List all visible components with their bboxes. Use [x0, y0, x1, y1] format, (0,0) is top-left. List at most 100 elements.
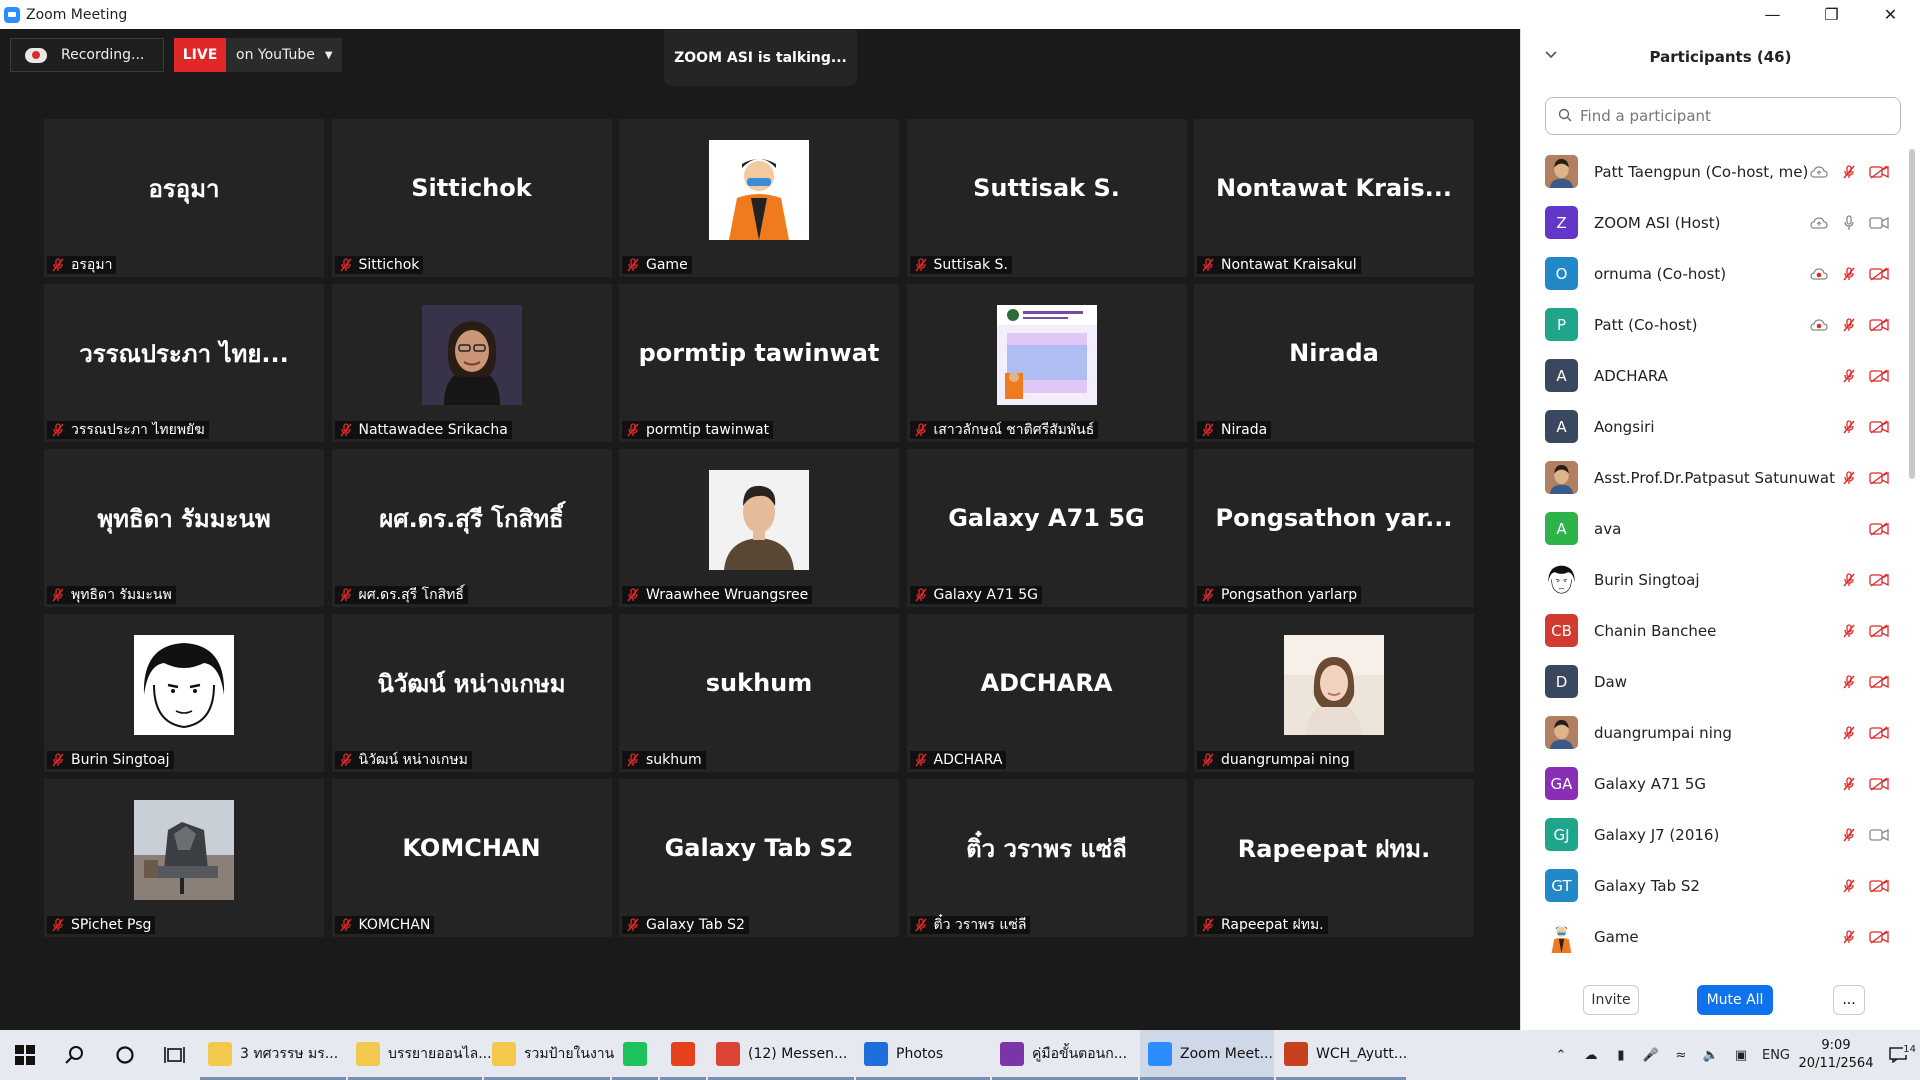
video-off-icon[interactable]	[1869, 623, 1889, 638]
minimize-icon[interactable]: —	[1743, 0, 1802, 29]
participant-row[interactable]: duangrumpai ning	[1521, 707, 1905, 758]
participant-row[interactable]: Patt Taengpun (Co-host, me)	[1521, 146, 1905, 197]
search-icon[interactable]	[50, 1030, 100, 1080]
participant-row[interactable]: Z ZOOM ASI (Host)	[1521, 197, 1905, 248]
video-tile[interactable]: Nontawat Krais... Nontawat Kraisakul	[1194, 119, 1474, 277]
more-options-button[interactable]: ...	[1833, 985, 1865, 1015]
mic-muted-icon[interactable]	[1839, 368, 1859, 383]
taskbar-app[interactable]: รวมป้ายในงาน	[484, 1030, 614, 1080]
video-tile[interactable]: KOMCHAN KOMCHAN	[331, 779, 612, 937]
mute-all-button[interactable]: Mute All	[1697, 985, 1773, 1015]
video-tile[interactable]: duangrumpai ning	[1194, 614, 1474, 772]
video-tile[interactable]: วรรณประภา ไทย... วรรณประภา ไทยพยัฆ	[44, 284, 324, 442]
participant-row[interactable]: Oornuma (Co-host)	[1521, 248, 1905, 299]
mic-muted-icon[interactable]	[1839, 470, 1859, 485]
participant-row[interactable]: Game	[1521, 911, 1905, 962]
task-view-icon[interactable]	[150, 1030, 200, 1080]
mic-muted-icon[interactable]	[1839, 929, 1859, 944]
video-tile[interactable]: Burin Singtoaj	[44, 614, 324, 772]
mic-muted-icon[interactable]	[1839, 419, 1859, 434]
participant-row[interactable]: CB Chanin Banchee	[1521, 605, 1905, 656]
video-tile[interactable]: Rapeepat ฝทม. Rapeepat ฝทม.	[1194, 779, 1474, 937]
video-tile[interactable]: Nattawadee Srikacha	[331, 284, 612, 442]
participant-row[interactable]: Asst.Prof.Dr.Patpasut Satunuwat	[1521, 452, 1905, 503]
participant-row[interactable]: Aava	[1521, 503, 1905, 554]
video-tile[interactable]: Suttisak S. Suttisak S.	[906, 119, 1187, 277]
close-icon[interactable]: ✕	[1861, 0, 1920, 29]
mic-muted-icon[interactable]	[1839, 827, 1859, 842]
video-tile[interactable]: Pongsathon yar... Pongsathon yarlarp	[1194, 449, 1474, 607]
cortana-icon[interactable]	[100, 1030, 150, 1080]
chevron-down-icon[interactable]	[1545, 47, 1557, 63]
volume-icon[interactable]: 🔈	[1696, 1048, 1726, 1063]
participant-row[interactable]: A ADCHARA	[1521, 350, 1905, 401]
mic-muted-icon[interactable]	[1839, 266, 1859, 281]
video-tile[interactable]: ติ๋ว วราพร แซ่ลี ติ๋ว วราพร แซ่ลี	[906, 779, 1187, 937]
video-icon[interactable]	[1869, 828, 1889, 842]
video-tile[interactable]: พุทธิดา รัมมะนพ พุทธิดา รัมมะนพ	[44, 449, 324, 607]
taskbar-app[interactable]: 3 ทศวรรษ มร...	[200, 1030, 346, 1080]
battery-icon[interactable]: ▮	[1606, 1048, 1636, 1063]
scrollbar-thumb[interactable]	[1909, 149, 1915, 479]
video-tile[interactable]: pormtip tawinwat pormtip tawinwat	[619, 284, 899, 442]
video-off-icon[interactable]	[1869, 776, 1889, 791]
taskbar-app[interactable]: บรรยายออนไล...	[348, 1030, 492, 1080]
taskbar-app[interactable]: WCH_Ayutt...	[1276, 1030, 1407, 1080]
video-tile[interactable]: sukhum sukhum	[619, 614, 899, 772]
notification-icon[interactable]: 14	[1876, 1044, 1920, 1063]
video-off-icon[interactable]	[1869, 317, 1889, 332]
invite-button[interactable]: Invite	[1583, 985, 1639, 1015]
video-tile[interactable]: ADCHARA ADCHARA	[906, 614, 1187, 772]
video-tile[interactable]: Galaxy A71 5G Galaxy A71 5G	[906, 449, 1187, 607]
participant-row[interactable]: D Daw	[1521, 656, 1905, 707]
live-destination-dropdown[interactable]: on YouTube ▼	[226, 38, 342, 72]
participant-row[interactable]: A Aongsiri	[1521, 401, 1905, 452]
language-indicator[interactable]: ENG	[1756, 1048, 1796, 1063]
taskbar-app[interactable]: Photos	[856, 1030, 990, 1080]
restore-icon[interactable]: ❐	[1802, 0, 1861, 29]
taskbar-app[interactable]: Zoom Meet...	[1140, 1030, 1274, 1080]
mic-muted-icon[interactable]	[1839, 725, 1859, 740]
participant-row[interactable]: GA Galaxy A71 5G	[1521, 758, 1905, 809]
video-tile[interactable]: Game	[619, 119, 899, 277]
recording-button[interactable]: Recording...	[10, 38, 164, 72]
participant-row[interactable]: GJ Galaxy J7 (2016)	[1521, 809, 1905, 860]
video-icon[interactable]	[1869, 216, 1889, 230]
taskbar-app[interactable]: คู่มือขั้นตอนก...	[992, 1030, 1138, 1080]
participant-row[interactable]: P Patt (Co-host)	[1521, 299, 1905, 350]
search-input[interactable]	[1580, 107, 1880, 125]
video-tile[interactable]: อรอุมา อรอุมา	[44, 119, 324, 277]
video-off-icon[interactable]	[1869, 419, 1889, 434]
taskbar-app[interactable]	[612, 1030, 658, 1080]
taskbar-app[interactable]	[660, 1030, 706, 1080]
microphone-icon[interactable]: 🎤	[1636, 1048, 1666, 1063]
wifi-icon[interactable]: ≈	[1666, 1048, 1696, 1063]
mic-muted-icon[interactable]	[1839, 674, 1859, 689]
mic-muted-icon[interactable]	[1839, 878, 1859, 893]
video-off-icon[interactable]	[1869, 929, 1889, 944]
cloud-sync-icon[interactable]: ☁	[1576, 1048, 1606, 1063]
video-tile[interactable]: นิวัฒน์ หน่างเกษม นิวัฒน์ หน่างเกษม	[331, 614, 612, 772]
participant-row[interactable]: Burin Singtoaj	[1521, 554, 1905, 605]
mic-muted-icon[interactable]	[1839, 317, 1859, 332]
mic-muted-icon[interactable]	[1839, 623, 1859, 638]
windows-start-icon[interactable]	[0, 1030, 50, 1080]
mic-muted-icon[interactable]	[1839, 776, 1859, 791]
video-off-icon[interactable]	[1869, 368, 1889, 383]
taskbar-app[interactable]: (12) Messen...	[708, 1030, 854, 1080]
video-tile[interactable]: SPichet Psg	[44, 779, 324, 937]
display-icon[interactable]: ▣	[1726, 1048, 1756, 1063]
video-off-icon[interactable]	[1869, 572, 1889, 587]
mic-muted-icon[interactable]	[1839, 572, 1859, 587]
video-off-icon[interactable]	[1869, 674, 1889, 689]
video-off-icon[interactable]	[1869, 725, 1889, 740]
video-tile[interactable]: Wraawhee Wruangsree	[619, 449, 899, 607]
video-off-icon[interactable]	[1869, 878, 1889, 893]
mic-muted-icon[interactable]	[1839, 164, 1859, 179]
participant-row[interactable]: GT Galaxy Tab S2	[1521, 860, 1905, 911]
video-tile[interactable]: Galaxy Tab S2 Galaxy Tab S2	[619, 779, 899, 937]
video-tile[interactable]: ผศ.ดร.สุรี โกสิทธิ์ ผศ.ดร.สุรี โกสิทธิ์	[331, 449, 612, 607]
video-off-icon[interactable]	[1869, 266, 1889, 281]
chevron-up-icon[interactable]: ⌃	[1546, 1048, 1576, 1063]
mic-icon[interactable]	[1839, 214, 1859, 231]
